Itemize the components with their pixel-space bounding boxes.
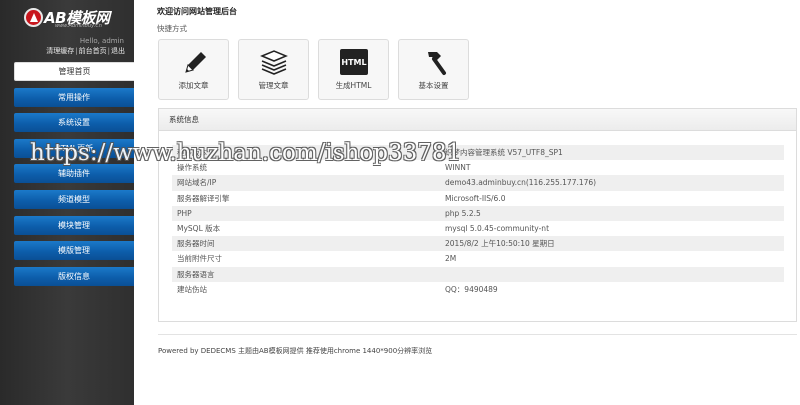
table-row: 服务器语言 (172, 266, 784, 282)
logo-badge-icon (24, 8, 43, 27)
sidebar-item-templates[interactable]: 模版管理 (14, 241, 134, 261)
manage-articles-label: 管理文章 (258, 81, 289, 90)
info-key: 服务器解译引擎 (177, 193, 230, 203)
sidebar-item-copyright[interactable]: 版权信息 (14, 266, 134, 286)
footer-divider (158, 334, 797, 335)
sidebar-item-plugins[interactable]: 辅助插件 (14, 164, 134, 184)
html-icon: HTML (339, 48, 369, 76)
html-icon-text: HTML (341, 58, 366, 67)
basic-settings-tile[interactable]: 基本设置 (398, 39, 469, 100)
info-key: 当前附件尺寸 (177, 254, 222, 264)
watermark: https://www.huzhan.com/ishop33781 (30, 140, 462, 166)
info-value: mysql 5.0.45-community-nt (445, 224, 550, 234)
sidebar-item-channel-model[interactable]: 频道模型 (14, 189, 134, 209)
info-value: Microsoft-IIS/6.0 (445, 193, 506, 203)
manage-articles-tile[interactable]: 管理文章 (238, 39, 309, 100)
page-title: 欢迎访问网站管理后台 (157, 7, 237, 16)
table-row: MySQL 版本 mysql 5.0.45-community-nt (172, 221, 784, 236)
pencil-icon (179, 48, 209, 76)
info-key: 服务器语言 (172, 266, 445, 282)
hammer-icon (419, 48, 449, 76)
logo-subtext: www.AdminBuy.Cn (55, 23, 102, 29)
info-value: demo43.adminbuy.cn(116.255.177.176) (445, 175, 784, 191)
shortcuts-label: 快捷方式 (157, 24, 187, 33)
footer: Powered by DEDECMS 主题由AB模板网提供 推荐使用chrome… (158, 347, 433, 355)
info-value: WINNT (445, 163, 471, 173)
info-key: 服务器时间 (172, 236, 445, 252)
logout-link[interactable]: 退出 (111, 47, 125, 55)
info-key: PHP (172, 205, 445, 221)
add-article-label: 添加文章 (178, 81, 209, 90)
system-info-table: 程序版本 织梦内容管理系统 V57_UTF8_SP1 操作系统 WINNT 网站域名… (172, 145, 784, 297)
info-value: php 5.2.5 (445, 205, 784, 221)
info-value: 2015/8/2 上午10:50:10 星期日 (445, 236, 784, 252)
front-page-link[interactable]: 前台首页 (79, 47, 107, 55)
shortcut-tiles: 添加文章 管理文章 HTML 生成HTML 基本设置 (158, 39, 469, 100)
table-row: 当前附件尺寸 2M (172, 251, 784, 266)
info-key: 网站域名/IP (172, 175, 445, 191)
generate-html-label: 生成HTML (335, 81, 372, 90)
table-row: 建站伤站 QQ：9490489 (172, 282, 784, 297)
sidebar-item-home[interactable]: 管理首页 (14, 62, 134, 81)
user-links: 清理缓存|前台首页|退出 (46, 47, 125, 55)
sidebar: AB模板网 www.AdminBuy.Cn Hello, admin 清理缓存|… (0, 0, 134, 405)
add-article-tile[interactable]: 添加文章 (158, 39, 229, 100)
info-value: 2M (445, 254, 457, 264)
sidebar-item-settings[interactable]: 系统设置 (14, 113, 134, 133)
sidebar-item-modules[interactable]: 模块管理 (14, 215, 134, 235)
table-row: 服务器解译引擎 Microsoft-IIS/6.0 (172, 191, 784, 206)
info-value: 织梦内容管理系统 V57_UTF8_SP1 (445, 145, 784, 161)
greeting: Hello, admin (79, 37, 124, 45)
info-key: MySQL 版本 (177, 224, 221, 234)
generate-html-tile[interactable]: HTML 生成HTML (318, 39, 389, 100)
table-row: 网站域名/IP demo43.adminbuy.cn(116.255.177.17… (172, 175, 784, 191)
clear-cache-link[interactable]: 清理缓存 (46, 47, 74, 55)
main-content: 欢迎访问网站管理后台 快捷方式 添加文章 管理文章 HTML 生成HTML 基本… (134, 0, 800, 405)
logo[interactable]: AB模板网 www.AdminBuy.Cn (24, 7, 124, 31)
stack-icon (259, 48, 289, 76)
sidebar-item-common[interactable]: 常用操作 (14, 87, 134, 107)
basic-settings-label: 基本设置 (418, 81, 449, 90)
sidebar-nav: 管理首页 常用操作 系统设置 HTML更新 辅助插件 频道模型 模块管理 模版管… (14, 62, 134, 292)
table-row: PHP php 5.2.5 (172, 205, 784, 221)
table-row: 服务器时间 2015/8/2 上午10:50:10 星期日 (172, 236, 784, 252)
info-key: 建站伤站 (177, 284, 207, 294)
info-value (445, 266, 784, 282)
info-value: QQ：9490489 (445, 284, 498, 294)
panel-title: 系统信息 (159, 109, 796, 131)
